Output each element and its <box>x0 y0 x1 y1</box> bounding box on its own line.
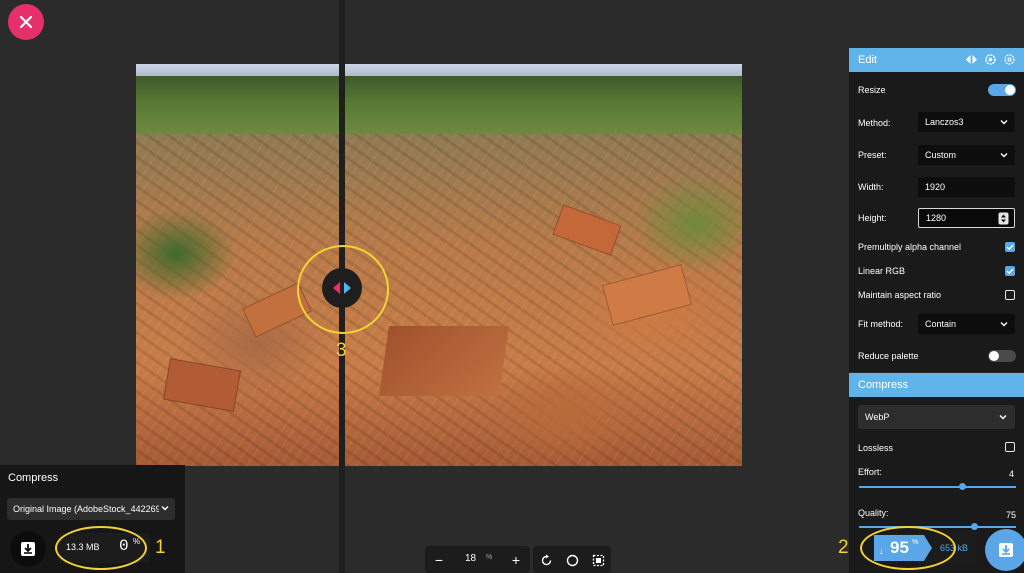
resize-label: Resize <box>858 85 886 95</box>
annotation-number-3: 3 <box>336 340 347 361</box>
rotate-button[interactable] <box>537 551 555 569</box>
compress-panel-header: Compress <box>849 373 1024 397</box>
linear-rgb-label: Linear RGB <box>858 266 906 276</box>
quality-label: Quality: <box>858 508 889 518</box>
flip-icon[interactable] <box>965 53 978 66</box>
edit-panel-body: Resize Method: Lanczos3 Preset: Custom W… <box>849 72 1024 372</box>
source-select[interactable]: Original Image (AdobeStock_442269 <box>7 498 175 520</box>
reset-settings-icon[interactable] <box>1003 53 1016 66</box>
annotation-number-2: 2 <box>838 537 849 558</box>
fit-method-select[interactable]: Contain <box>918 314 1015 334</box>
annotation-number-1: 1 <box>155 537 166 558</box>
left-panel-title: Compress <box>8 472 59 484</box>
quality-value: 75 <box>1006 510 1017 520</box>
download-compressed-button[interactable] <box>985 529 1024 571</box>
zoom-value[interactable]: 18 <box>465 553 476 564</box>
download-icon <box>999 543 1013 557</box>
chevron-down-icon <box>1000 153 1008 158</box>
method-value: Lanczos3 <box>925 117 964 127</box>
format-value: WebP <box>865 412 890 422</box>
quality-slider[interactable] <box>859 526 1016 528</box>
preset-label: Preset: <box>858 150 887 160</box>
annotation-ring-2 <box>860 526 956 570</box>
effort-slider-thumb[interactable] <box>959 483 966 490</box>
width-input[interactable]: 1920 <box>918 177 1015 197</box>
stepper-icon[interactable] <box>998 212 1009 225</box>
circle-icon <box>566 554 578 566</box>
linear-rgb-checkbox[interactable] <box>1005 266 1015 276</box>
fit-frame-icon <box>592 554 604 566</box>
download-icon <box>21 542 35 556</box>
preset-select[interactable]: Custom <box>918 145 1015 165</box>
settings-gear-icon[interactable] <box>984 53 997 66</box>
close-icon <box>19 15 33 29</box>
method-select[interactable]: Lanczos3 <box>918 112 1015 132</box>
quality-slider-thumb[interactable] <box>971 523 978 530</box>
annotation-ring-1 <box>55 526 147 570</box>
chevron-down-icon <box>159 502 171 514</box>
effort-label: Effort: <box>858 467 882 477</box>
check-icon <box>1006 268 1014 275</box>
zoom-in-button[interactable]: + <box>507 551 525 569</box>
chevron-down-icon <box>999 415 1007 420</box>
aspect-ratio-checkbox[interactable] <box>1005 290 1015 300</box>
effort-slider[interactable] <box>859 486 1016 488</box>
premultiply-checkbox[interactable] <box>1005 242 1015 252</box>
reduce-palette-label: Reduce palette <box>858 351 919 361</box>
chevron-down-icon <box>1000 120 1008 125</box>
resize-toggle[interactable] <box>988 84 1016 96</box>
edit-panel-header: Edit <box>849 48 1024 72</box>
effort-value: 4 <box>1009 469 1015 479</box>
zoom-toolbar: − 18 % + <box>425 546 530 573</box>
background-toggle-button[interactable] <box>563 551 581 569</box>
annotation-ring-3 <box>297 245 389 334</box>
image-preview <box>136 64 742 466</box>
compress-panel-title: Compress <box>858 379 909 391</box>
check-icon <box>1006 244 1014 251</box>
fit-method-label: Fit method: <box>858 319 904 329</box>
height-value: 1280 <box>926 213 947 223</box>
width-label: Width: <box>858 182 884 192</box>
lossless-checkbox[interactable] <box>1005 442 1015 452</box>
rotate-icon <box>541 554 551 565</box>
lossless-label: Lossless <box>858 443 894 453</box>
download-original-button[interactable] <box>10 531 46 567</box>
zoom-unit: % <box>486 554 493 561</box>
height-input[interactable]: 1280 <box>918 208 1015 228</box>
chevron-down-icon <box>1000 322 1008 327</box>
close-button[interactable] <box>8 4 44 40</box>
reduce-palette-toggle[interactable] <box>988 350 1016 362</box>
source-select-value: Original Image (AdobeStock_442269 <box>13 504 161 514</box>
height-label: Height: <box>858 213 887 223</box>
view-tools-toolbar <box>533 546 611 573</box>
zoom-out-button[interactable]: − <box>430 551 448 569</box>
fit-screen-button[interactable] <box>589 551 607 569</box>
width-value: 1920 <box>925 182 946 192</box>
fit-method-value: Contain <box>925 319 957 329</box>
aspect-ratio-label: Maintain aspect ratio <box>858 290 942 300</box>
edit-panel-title: Edit <box>858 54 877 66</box>
method-label: Method: <box>858 118 891 128</box>
preset-value: Custom <box>925 150 957 160</box>
premultiply-label: Premultiply alpha channel <box>858 242 962 252</box>
format-select[interactable]: WebP <box>858 405 1015 429</box>
